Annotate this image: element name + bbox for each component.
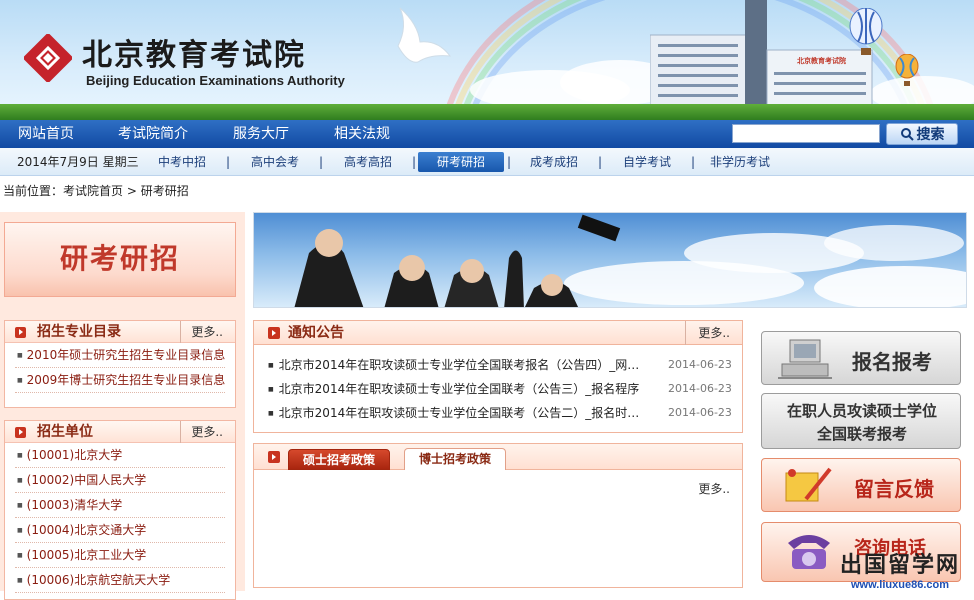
memo-pen-icon: [785, 467, 832, 502]
logo-title-en: Beijing Education Examinations Authority: [86, 73, 345, 88]
breadcrumb-home[interactable]: 考试院首页: [63, 184, 123, 198]
building-illustration: [650, 0, 873, 108]
breadcrumb-separator: >: [126, 184, 137, 198]
notice-more-link[interactable]: 更多..: [685, 321, 730, 345]
balloon-icon: [849, 8, 883, 55]
subnav-separator: |: [319, 155, 324, 169]
dove-icon: [397, 7, 452, 63]
subnav-separator: |: [226, 155, 231, 169]
arrow-right-icon: [268, 327, 280, 339]
search-icon: [900, 128, 914, 141]
section-title-box: 研考研招: [4, 222, 236, 297]
units-header: 招生单位 更多..: [5, 421, 235, 443]
search-input[interactable]: [732, 124, 880, 143]
list-item[interactable]: (10001)北京大学: [15, 443, 225, 468]
feedback-button[interactable]: 留言反馈: [761, 458, 961, 512]
nav-home[interactable]: 网站首页: [18, 120, 74, 148]
notice-item[interactable]: 北京市2014年在职攻读硕士专业学位全国联考（公告三）_报名程序: [268, 377, 663, 401]
notice-date: 2014-06-23: [668, 358, 732, 371]
subnav-yankao-active[interactable]: 研考研招: [418, 152, 504, 172]
notice-date: 2014-06-23: [668, 406, 732, 419]
subnav-separator: |: [691, 155, 696, 169]
list-item[interactable]: (10005)北京工业大学: [15, 543, 225, 568]
catalog-title: 招生专业目录: [37, 324, 121, 340]
section-title: 研考研招: [59, 242, 180, 275]
notice-title: 通知公告: [288, 325, 344, 341]
arrow-right-icon: [268, 451, 280, 463]
subnav-huikao[interactable]: 高中会考: [251, 148, 299, 176]
subnav-separator: |: [412, 155, 417, 169]
computer-icon: [778, 339, 832, 379]
inservice-exam-button[interactable]: 在职人员攻读硕士学位 全国联考报考: [761, 393, 961, 449]
units-title: 招生单位: [37, 424, 93, 440]
list-item[interactable]: (10002)中国人民大学: [15, 468, 225, 493]
subnav-separator: |: [598, 155, 603, 169]
grass-strip: [0, 104, 974, 120]
notice-date: 2014-06-23: [668, 382, 732, 395]
policy-more-link[interactable]: 更多..: [698, 480, 730, 497]
graduates-illustration: [294, 214, 966, 307]
inservice-label-line1: 在职人员攻读硕士学位: [786, 402, 937, 420]
list-item[interactable]: (10006)北京航空航天大学: [15, 568, 225, 593]
graduation-photo: [253, 212, 967, 308]
units-more-link[interactable]: 更多..: [180, 421, 223, 443]
arrow-right-icon: [15, 427, 26, 438]
balloon-icon: [895, 54, 919, 86]
notice-item[interactable]: 北京市2014年在职攻读硕士专业学位全国联考（公告二）_报名时…: [268, 401, 663, 425]
list-item[interactable]: (10004)北京交通大学: [15, 518, 225, 543]
signup-button[interactable]: 报名报考: [761, 331, 961, 385]
search-button[interactable]: 搜索: [886, 123, 958, 145]
current-date: 2014年7月9日 星期三: [17, 155, 139, 169]
catalog-more-link[interactable]: 更多..: [180, 321, 223, 343]
tab-doctor-policy[interactable]: 博士招考政策: [404, 448, 507, 470]
site-watermark: 出国留学网 www.liuxue86.com: [828, 553, 972, 591]
search-button-label: 搜索: [916, 126, 945, 142]
policy-tabs: 硕士招考政策 博士招考政策: [254, 444, 742, 470]
logo-title-cn: 北京教育考试院: [82, 38, 306, 73]
policy-box: 硕士招考政策 博士招考政策 更多..: [253, 443, 743, 588]
arrow-right-icon: [15, 327, 26, 338]
catalog-header: 招生专业目录 更多..: [5, 321, 235, 343]
breadcrumb: 当前位置：考试院首页 > 研考研招: [3, 182, 189, 199]
units-box: 招生单位 更多.. (10001)北京大学 (10002)中国人民大学 (100…: [4, 420, 236, 600]
catalog-box: 招生专业目录 更多.. 2010年硕士研究生招生专业目录信息 2009年博士研究…: [4, 320, 236, 408]
feedback-label: 留言反馈: [854, 477, 934, 501]
telephone-icon: [788, 535, 830, 569]
header-banner: 北京教育考试院 Beijing Education Examinations A…: [0, 0, 974, 120]
nav-about[interactable]: 考试院简介: [118, 120, 188, 148]
nav-regulations[interactable]: 相关法规: [334, 120, 390, 148]
subnav-separator: |: [507, 155, 512, 169]
subnav-zhongkao[interactable]: 中考中招: [158, 148, 206, 176]
sub-nav: 2014年7月9日 星期三 中考中招 | 高中会考 | 高考高招 | 研考研招 …: [0, 148, 974, 176]
notice-header: 通知公告 更多..: [254, 321, 742, 345]
watermark-cn: 出国留学网: [839, 553, 960, 578]
watermark-url: www.liuxue86.com: [850, 579, 949, 591]
notice-item[interactable]: 北京市2014年在职攻读硕士专业学位全国联考报名（公告四）_网…: [268, 353, 663, 377]
breadcrumb-prefix: 当前位置：: [3, 184, 64, 198]
bjeea-logo-icon: [24, 34, 72, 82]
left-sidebar: 研考研招 招生专业目录 更多.. 2010年硕士研究生招生专业目录信息 2009…: [0, 212, 245, 600]
signup-label: 报名报考: [852, 350, 932, 374]
subnav-gaokao[interactable]: 高考高招: [344, 148, 392, 176]
notice-box: 通知公告 更多.. 北京市2014年在职攻读硕士专业学位全国联考报名（公告四）_…: [253, 320, 743, 433]
building-sign: 北京教育考试院: [797, 57, 846, 65]
list-item[interactable]: 2010年硕士研究生招生专业目录信息: [15, 343, 225, 368]
tab-master-policy[interactable]: 硕士招考政策: [288, 449, 391, 470]
breadcrumb-current: 研考研招: [140, 184, 189, 198]
nav-service-hall[interactable]: 服务大厅: [233, 120, 289, 148]
list-item[interactable]: 2009年博士研究生招生专业目录信息: [15, 368, 225, 393]
inservice-label-line2: 全国联考报考: [816, 425, 907, 443]
subnav-feixueli[interactable]: 非学历考试: [710, 148, 770, 176]
subnav-chengkao[interactable]: 成考成招: [530, 148, 578, 176]
list-item[interactable]: (10003)清华大学: [15, 493, 225, 518]
subnav-zixue[interactable]: 自学考试: [623, 148, 671, 176]
